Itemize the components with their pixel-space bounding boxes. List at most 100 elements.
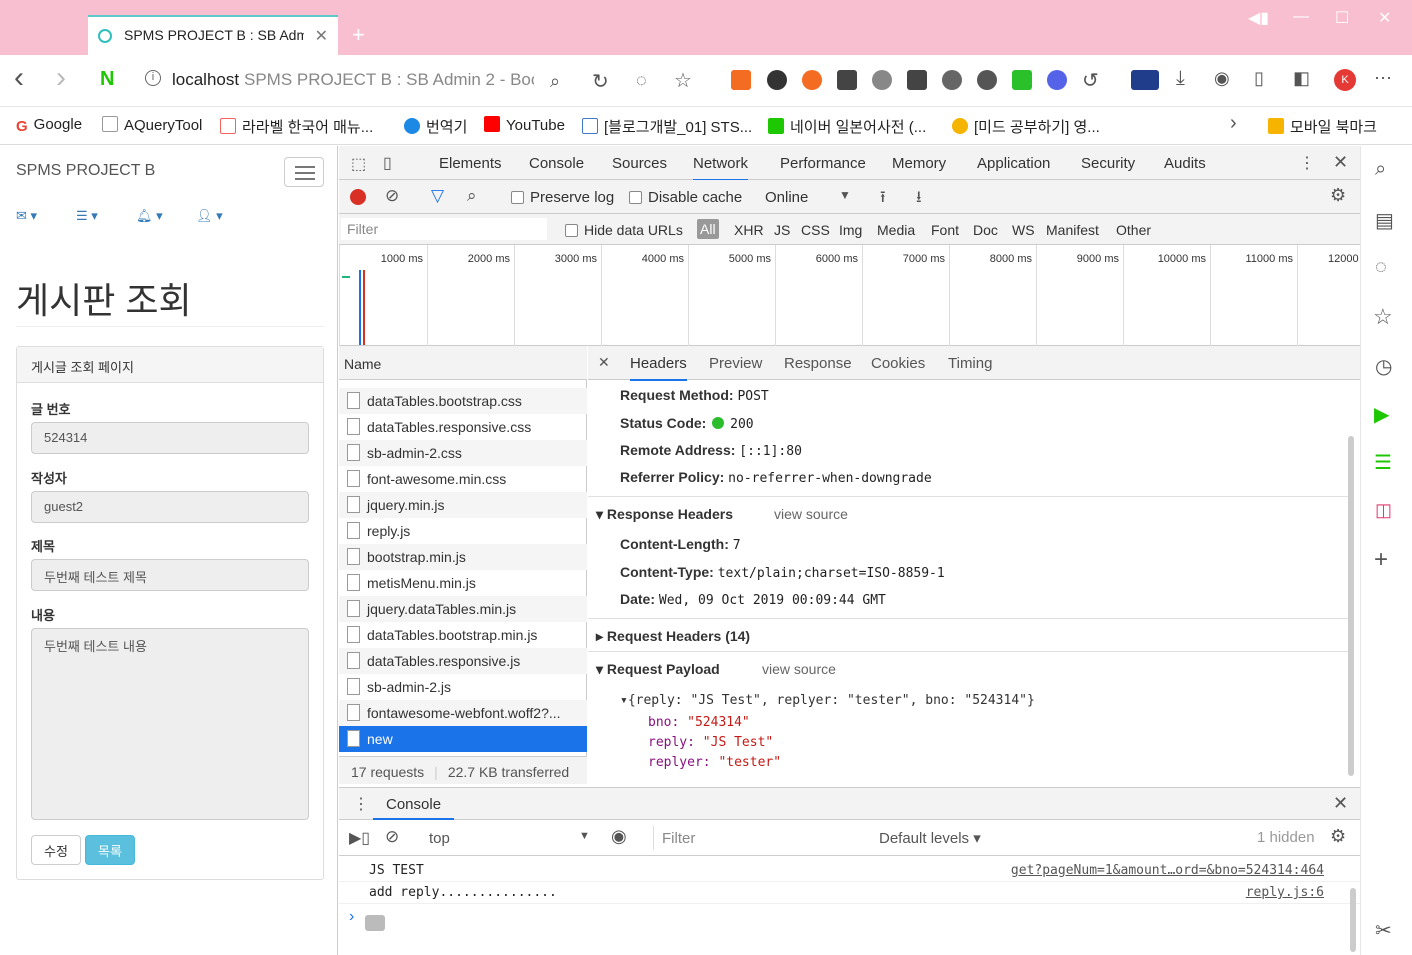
filter-media[interactable]: Media: [877, 222, 915, 238]
list-item[interactable]: [339, 380, 587, 388]
console-sidebar-icon[interactable]: ▶▯: [349, 828, 370, 848]
minimize-button[interactable]: —: [1293, 8, 1309, 26]
request-row[interactable]: jquery.dataTables.min.js: [339, 596, 587, 622]
bookmark-aquerytool[interactable]: AQueryTool: [102, 116, 202, 134]
request-row[interactable]: bootstrap.min.js: [339, 544, 587, 570]
favorites-star-icon[interactable]: ☆: [1373, 304, 1393, 330]
tab-timing[interactable]: Timing: [948, 355, 992, 372]
extension-r-icon[interactable]: [1047, 70, 1067, 90]
reader-icon[interactable]: ▯: [1254, 68, 1264, 89]
list-icon[interactable]: ☰: [1374, 450, 1392, 475]
camera-icon[interactable]: ◉: [1214, 68, 1230, 89]
payload-summary[interactable]: ▾{reply: "JS Test", replyer: "tester", b…: [620, 693, 1035, 708]
tab-sources[interactable]: Sources: [612, 155, 667, 172]
download-icon[interactable]: ⤓: [1176, 67, 1185, 90]
name-column-header[interactable]: Name: [339, 346, 587, 380]
pin-icon[interactable]: ◀▮: [1248, 8, 1269, 28]
reload-icon[interactable]: ↻: [592, 69, 609, 94]
bookmark-mid[interactable]: [미드 공부하기] 영...: [952, 116, 1100, 137]
extension-lifebuoy-icon[interactable]: [802, 70, 822, 90]
drawer-menu-icon[interactable]: ⋮: [353, 794, 369, 814]
request-row[interactable]: dataTables.bootstrap.css: [339, 388, 587, 414]
export-har-icon[interactable]: ⭳: [916, 186, 922, 213]
envelope-icon[interactable]: ✉ ▾: [16, 208, 37, 224]
collections-icon[interactable]: ▤: [1375, 208, 1394, 233]
list-button[interactable]: 목록: [85, 835, 135, 865]
inspect-icon[interactable]: ⬚: [351, 154, 366, 174]
tab-audits[interactable]: Audits: [1164, 155, 1206, 172]
tab-console[interactable]: Console: [529, 155, 584, 172]
network-timeline[interactable]: 1000 ms 2000 ms 3000 ms 4000 ms 5000 ms …: [339, 245, 1360, 346]
bookmark-laravel[interactable]: 라라벨 한국어 매뉴...: [220, 116, 373, 137]
star-icon[interactable]: ☆: [674, 68, 692, 93]
request-row[interactable]: font-awesome.min.css: [339, 466, 587, 492]
request-headers-toggle[interactable]: ▸ Request Headers (14): [596, 628, 750, 645]
navbar-toggle-button[interactable]: [284, 157, 324, 187]
device-toolbar-icon[interactable]: ▯: [383, 153, 392, 173]
request-row[interactable]: jquery.min.js: [339, 492, 587, 518]
clear-console-icon[interactable]: ⊘: [385, 827, 399, 847]
user-icon[interactable]: 👤︎ ▾: [196, 208, 223, 224]
console-settings-icon[interactable]: ⚙: [1330, 826, 1346, 847]
bno-input[interactable]: 524314: [31, 422, 309, 454]
chat-icon[interactable]: ◫: [1375, 500, 1392, 521]
record-icon[interactable]: [350, 189, 366, 205]
play-icon[interactable]: ▶: [1374, 402, 1389, 427]
request-row[interactable]: reply.js: [339, 518, 587, 544]
modify-button[interactable]: 수정: [31, 835, 81, 865]
response-view-source-link[interactable]: view source: [774, 506, 848, 522]
sidebar-toggle-icon[interactable]: ◧: [1293, 68, 1310, 89]
bookmarks-more-button[interactable]: ›: [1230, 112, 1237, 135]
maximize-button[interactable]: ☐: [1335, 8, 1349, 28]
filter-js[interactable]: JS: [774, 222, 790, 238]
tab-close-icon[interactable]: ✕: [315, 26, 328, 46]
history-icon[interactable]: ◷: [1375, 354, 1392, 379]
tab-headers[interactable]: Headers: [630, 355, 687, 381]
close-devtools-icon[interactable]: ✕: [1333, 152, 1348, 173]
writer-input[interactable]: guest2: [31, 491, 309, 523]
close-detail-icon[interactable]: ✕: [598, 354, 610, 371]
network-filter-input[interactable]: Filter: [341, 218, 547, 240]
request-row[interactable]: dataTables.responsive.css: [339, 414, 587, 440]
shield-icon[interactable]: ◌: [1375, 256, 1387, 279]
request-row[interactable]: dataTables.responsive.js: [339, 648, 587, 674]
filter-manifest[interactable]: Manifest: [1046, 222, 1099, 238]
bookmark-naver-dict[interactable]: 네이버 일본어사전 (...: [768, 116, 926, 137]
filter-doc[interactable]: Doc: [973, 222, 998, 238]
forward-button[interactable]: ›: [56, 61, 66, 95]
bookmark-blog[interactable]: [블로그개발_01] STS...: [582, 116, 752, 137]
extension-i2-icon[interactable]: [907, 70, 927, 90]
filter-all[interactable]: All: [697, 219, 719, 239]
response-headers-toggle[interactable]: ▾ Response Headers: [596, 506, 733, 523]
tasks-icon[interactable]: ☰ ▾: [76, 208, 98, 224]
detail-scrollbar[interactable]: [1348, 436, 1354, 776]
disable-cache-checkbox[interactable]: Disable cache: [629, 189, 742, 206]
extension-chat-icon[interactable]: [942, 70, 962, 90]
content-textarea[interactable]: 두번째 테스트 내용: [31, 628, 309, 820]
context-dropdown-icon[interactable]: ▼: [579, 830, 590, 842]
new-tab-button[interactable]: +: [352, 22, 365, 48]
eye-icon[interactable]: ◉: [611, 826, 627, 847]
log-levels-select[interactable]: Default levels ▾: [879, 829, 981, 847]
bookmark-youtube[interactable]: YouTube: [484, 116, 565, 134]
tab-performance[interactable]: Performance: [780, 155, 866, 172]
extension-sync-icon[interactable]: [977, 70, 997, 90]
tab-application[interactable]: Application: [977, 155, 1050, 172]
browser-tab[interactable]: SPMS PROJECT B : SB Admin ✕: [88, 15, 338, 55]
console-scrollbar[interactable]: [1350, 888, 1356, 952]
navbar-brand[interactable]: SPMS PROJECT B: [16, 162, 155, 180]
console-prompt[interactable]: ›: [349, 908, 354, 926]
sidebar-settings-icon[interactable]: ✂: [1375, 918, 1392, 943]
extension-i-icon[interactable]: [837, 70, 857, 90]
tab-response[interactable]: Response: [784, 355, 852, 372]
extension-tv-icon[interactable]: [1012, 70, 1032, 90]
menu-icon[interactable]: ⋯: [1374, 68, 1392, 89]
bookmark-google[interactable]: G Google: [16, 116, 82, 135]
extension-ex-icon[interactable]: [731, 70, 751, 90]
shield-icon[interactable]: ◌: [636, 70, 647, 91]
hide-data-urls-checkbox[interactable]: Hide data URLs: [565, 222, 683, 238]
close-window-button[interactable]: ✕: [1378, 8, 1391, 28]
console-filter-input[interactable]: Filter: [653, 826, 867, 850]
request-row[interactable]: sb-admin-2.js: [339, 674, 587, 700]
tab-security[interactable]: Security: [1081, 155, 1135, 172]
